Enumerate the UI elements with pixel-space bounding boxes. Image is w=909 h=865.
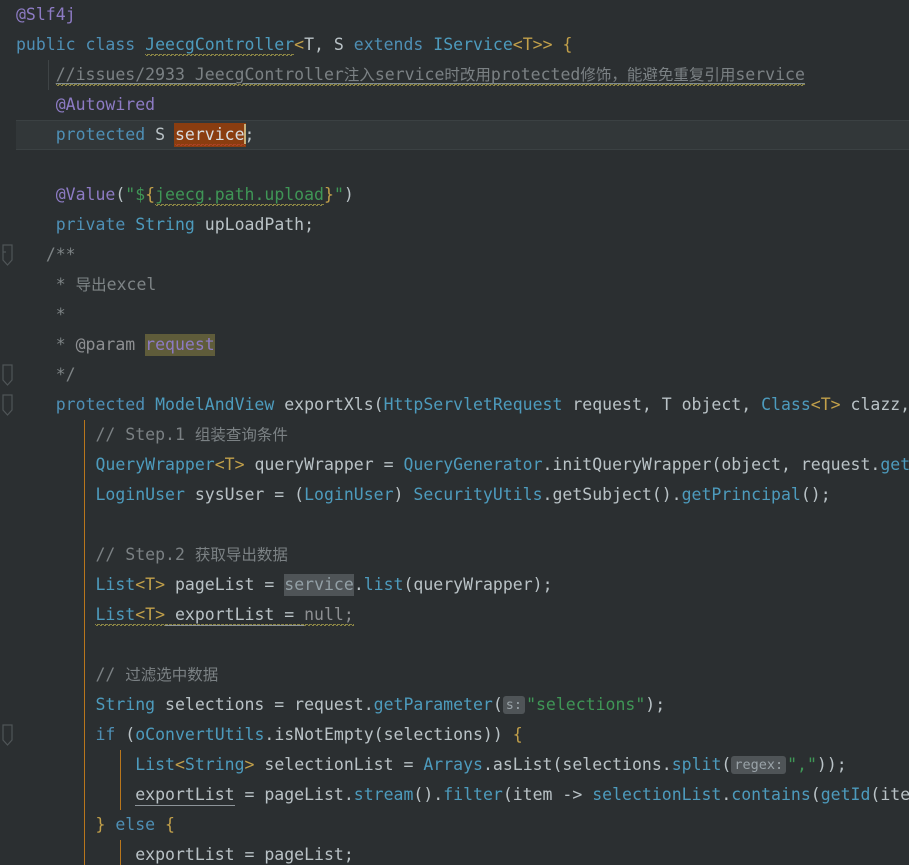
line-annotation-value[interactable]: @Value("${jeecg.path.upload}") — [0, 180, 909, 210]
highlighted-token-service-read[interactable]: service — [284, 574, 354, 596]
line-javadoc-open[interactable]: /** — [0, 240, 909, 270]
line-blank-1[interactable] — [0, 150, 909, 180]
line-blank-3[interactable] — [0, 630, 909, 660]
line-loginuser-sysuser[interactable]: LoginUser sysUser = (LoginUser) Security… — [0, 480, 909, 510]
fold-region-if-block-icon[interactable] — [2, 724, 13, 746]
line-if-isnotempty[interactable]: if (oConvertUtils.isNotEmpty(selections)… — [0, 720, 909, 750]
line-blank-2[interactable] — [0, 510, 909, 540]
highlighted-token-request-doc[interactable]: request — [145, 334, 215, 356]
line-field-service[interactable]: protected S service; — [0, 120, 909, 150]
line-exportlist-null[interactable]: List<T> exportList = null; — [0, 600, 909, 630]
line-exportlist-pagelist[interactable]: exportList = pageList; — [0, 840, 909, 865]
line-selections-getparameter[interactable]: String selections = request.getParameter… — [0, 690, 909, 720]
line-javadoc-close[interactable]: */ — [0, 360, 909, 390]
line-exportlist-stream-filter[interactable]: exportList = pageList.stream().filter(it… — [0, 780, 909, 810]
line-pagelist-assign[interactable]: List<T> pageList = service.list(queryWra… — [0, 570, 909, 600]
line-annotation-autowired[interactable]: @Autowired — [0, 90, 909, 120]
param-hint-regex[interactable]: regex: — [731, 756, 787, 774]
line-comment-issue[interactable]: //issues/2933 JeecgController注入service时改… — [0, 60, 909, 90]
line-class-declaration[interactable]: public class JeecgController<T, S extend… — [0, 30, 909, 60]
line-method-signature-exportxls[interactable]: protected ModelAndView exportXls(HttpSer… — [0, 390, 909, 420]
highlighted-token-service-write[interactable]: service — [174, 124, 245, 146]
line-javadoc-summary[interactable]: * 导出excel — [0, 270, 909, 300]
line-comment-step1[interactable]: // Step.1 组装查询条件 — [0, 420, 909, 450]
line-else-open[interactable]: } else { — [0, 810, 909, 840]
code-surface[interactable]: @Slf4j public class JeecgController<T, S… — [0, 0, 909, 865]
line-comment-step2[interactable]: // Step.2 获取导出数据 — [0, 540, 909, 570]
editor-gutter[interactable] — [0, 0, 16, 865]
code-editor[interactable]: @Slf4j public class JeecgController<T, S… — [0, 0, 909, 865]
line-javadoc-param-request[interactable]: * @param request — [0, 330, 909, 360]
line-comment-filter[interactable]: // 过滤选中数据 — [0, 660, 909, 690]
fold-region-method-start-icon[interactable] — [2, 394, 13, 416]
line-annotation-slf4j[interactable]: @Slf4j — [0, 0, 909, 30]
fold-region-javadoc-end-icon[interactable] — [2, 364, 13, 386]
line-querywrapper-init[interactable]: QueryWrapper<T> queryWrapper = QueryGene… — [0, 450, 909, 480]
param-hint-s[interactable]: s: — [502, 696, 526, 714]
line-field-uploadpath[interactable]: private String upLoadPath; — [0, 210, 909, 240]
line-selectionlist-aslist[interactable]: List<String> selectionList = Arrays.asLi… — [0, 750, 909, 780]
fold-region-javadoc-start-icon[interactable] — [2, 244, 13, 266]
line-javadoc-blank[interactable]: * — [0, 300, 909, 330]
